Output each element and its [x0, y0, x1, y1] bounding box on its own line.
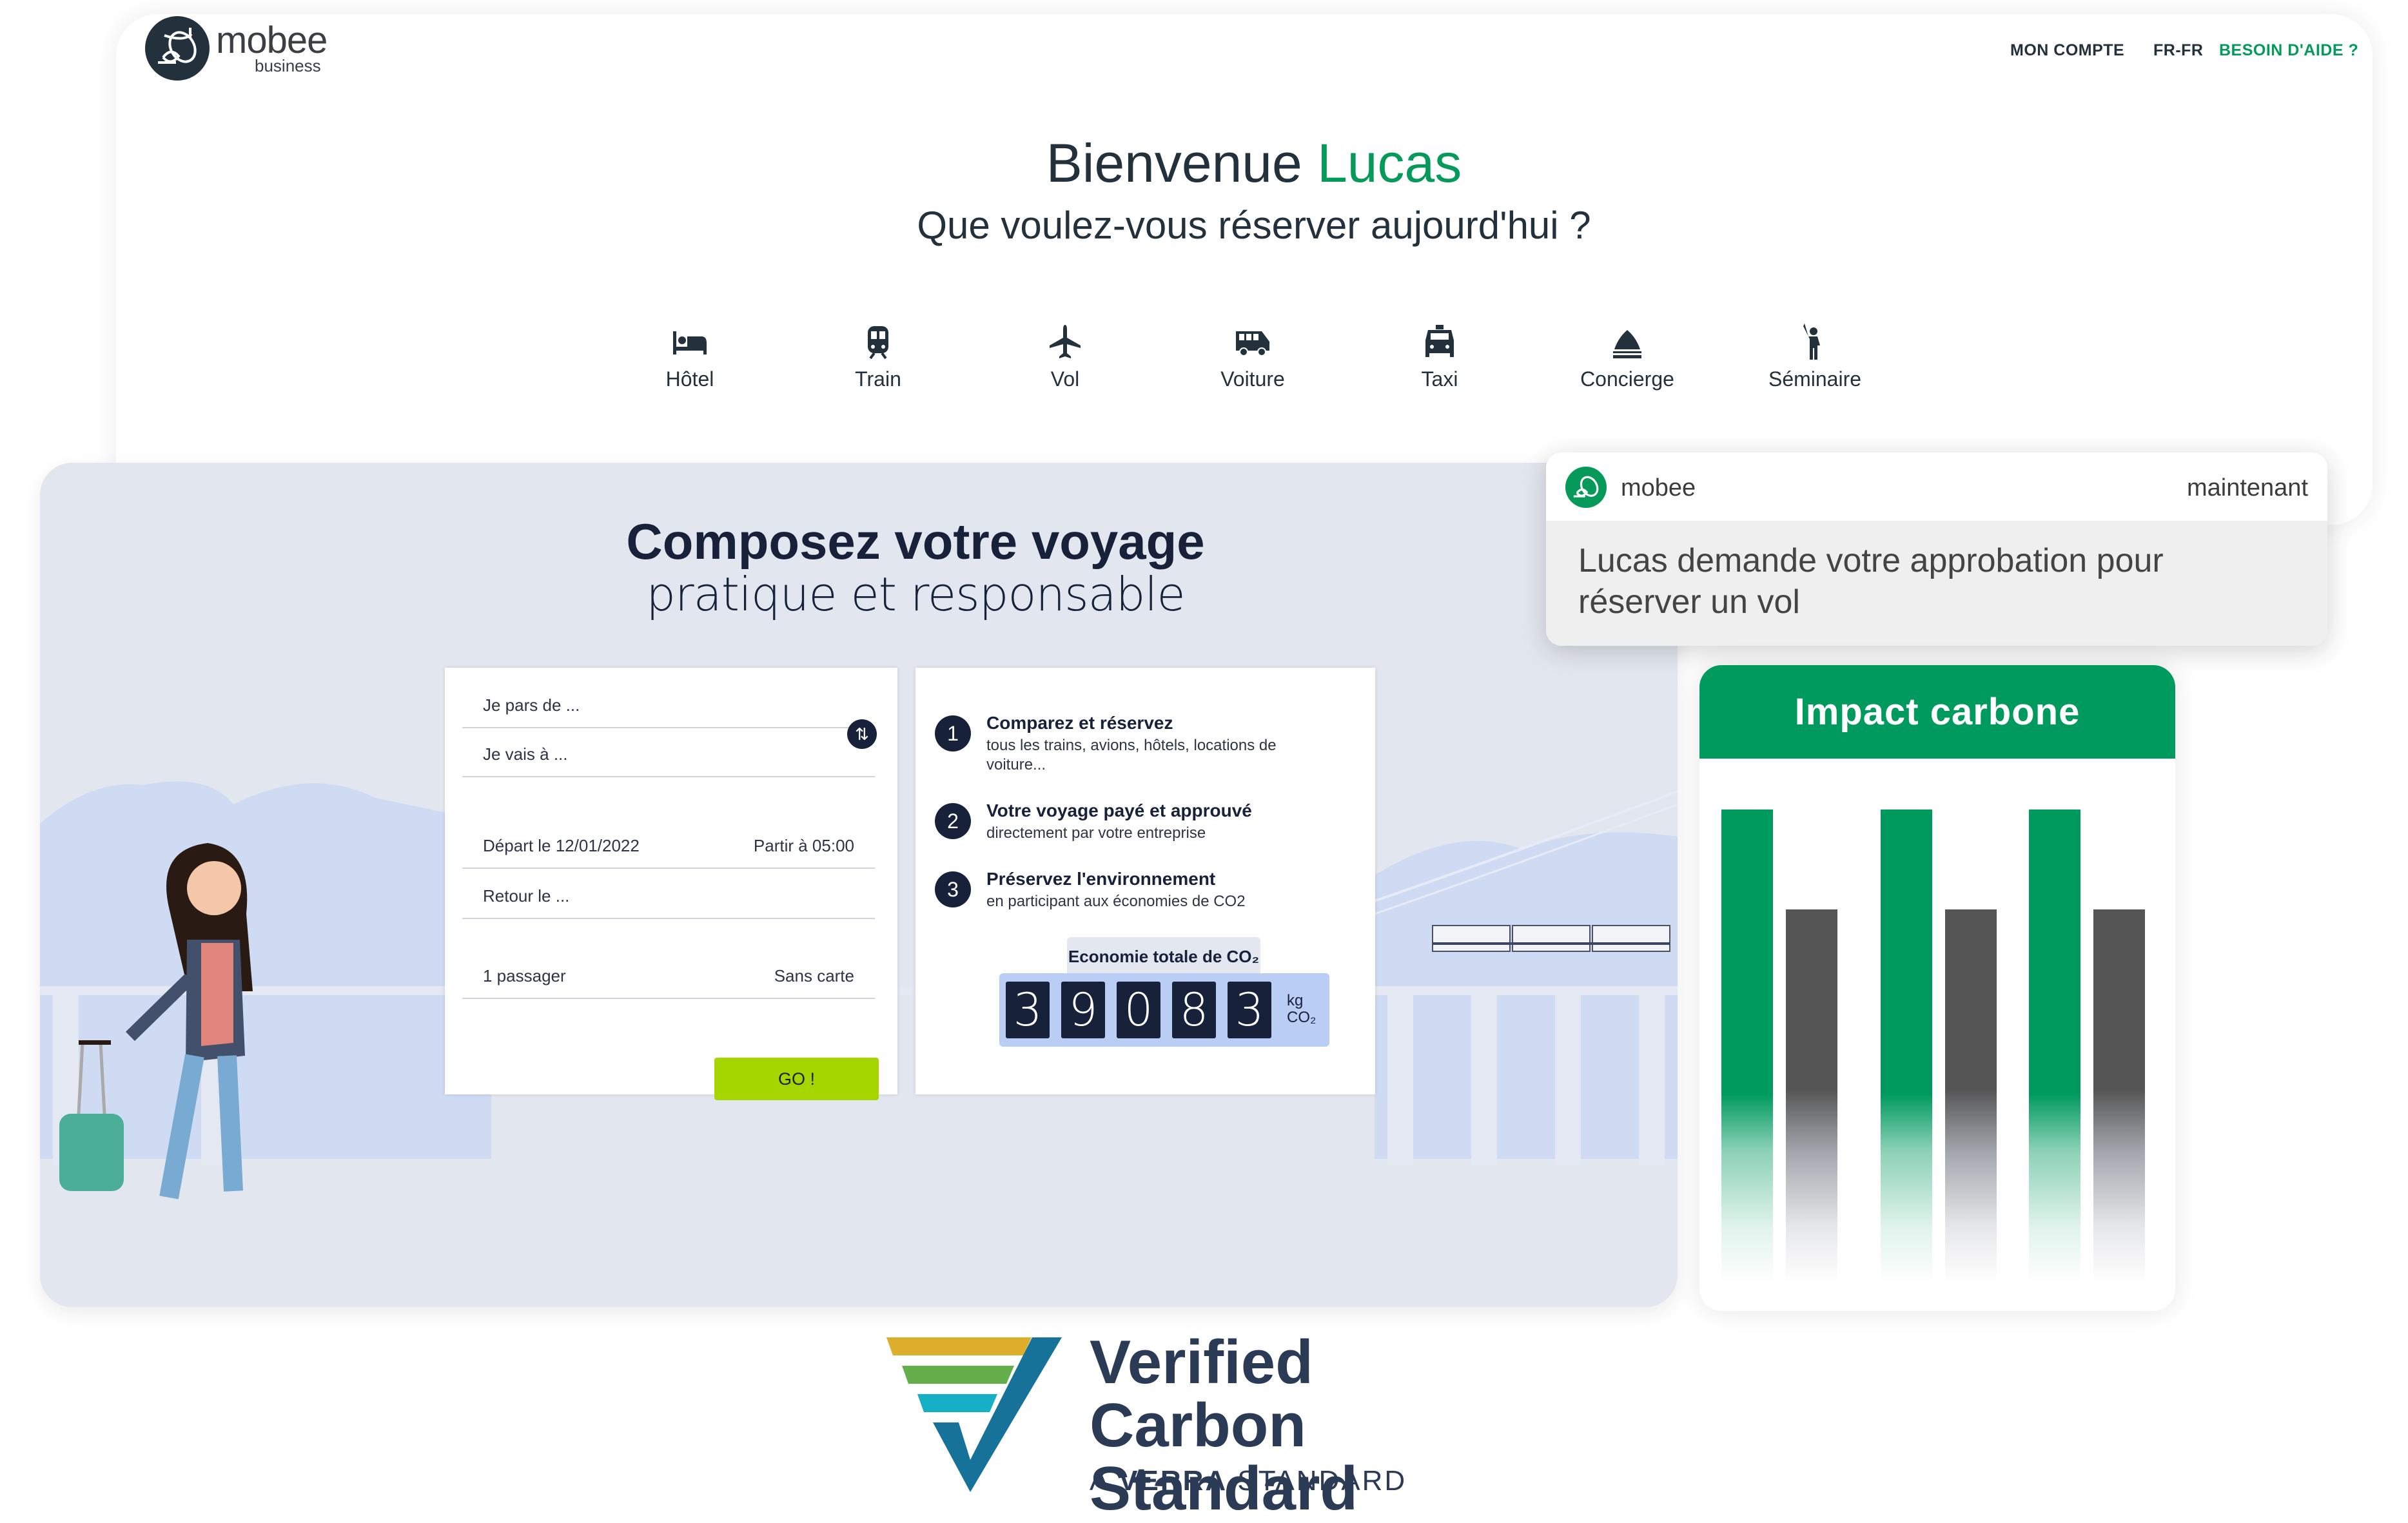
return-placeholder: Retour le ... [483, 886, 570, 906]
carbon-impact-card: Impact carbone [1699, 665, 2175, 1311]
bar-green-3 [2029, 810, 2080, 1284]
person-waving-icon [1796, 322, 1834, 361]
notification-app-name: mobee [1621, 474, 1696, 501]
welcome-user-name: Lucas [1317, 133, 1462, 193]
bar-green-1 [1721, 810, 1773, 1284]
service-bell-icon [1608, 322, 1647, 361]
logo-subtitle: business [255, 56, 321, 75]
vcs-check-icon [886, 1337, 1062, 1492]
service-taxi[interactable]: Taxi [1362, 322, 1517, 391]
bed-icon [671, 322, 709, 361]
vcs-tagline: A VERRA STANDARD [1090, 1465, 1407, 1497]
chart-title: Impact carbone [1699, 665, 2175, 759]
train-illustration [1432, 925, 1670, 952]
service-label: Voiture [1220, 367, 1285, 391]
step-number: 3 [935, 871, 971, 907]
service-label: Séminaire [1768, 367, 1862, 391]
counter-digit: 8 [1172, 982, 1216, 1038]
counter-digit: 3 [1006, 982, 1050, 1038]
service-label: Concierge [1580, 367, 1674, 391]
tag-a: A [1090, 1465, 1109, 1497]
co2-savings-label: Economie totale de CO₂ [1067, 937, 1260, 976]
verified-carbon-standard-logo: Verified Carbon Standard A VERRA STANDAR… [886, 1331, 1531, 1520]
counter-digit: 3 [1228, 982, 1271, 1038]
mobee-app-icon [1565, 467, 1607, 508]
booking-question: Que voulez-vous réserver aujourd'hui ? [917, 204, 1591, 247]
tag-brand: VERRA [1119, 1465, 1228, 1497]
departure-time[interactable]: Partir à 05:00 [754, 836, 854, 856]
welcome-heading: Bienvenue Lucas [0, 132, 2408, 195]
to-field[interactable]: Je vais à ... [462, 727, 875, 777]
notification-time: maintenant [2186, 474, 2308, 501]
train-icon [859, 322, 897, 361]
step-title: Comparez et réservez [986, 713, 1173, 733]
nav-help[interactable]: BESOIN D'AIDE ? [2219, 41, 2358, 60]
step-description: directement par votre entreprise [986, 824, 1206, 842]
step-title: Préservez l'environnement [986, 869, 1216, 889]
return-date-field[interactable]: Retour le ... [462, 868, 875, 919]
notification-message: Lucas demande votre approbation pour rés… [1578, 542, 2164, 621]
unit-co2: CO₂ [1287, 1009, 1317, 1026]
trip-search-form: Je pars de ... Je vais à ... ⇅ Départ le… [445, 668, 897, 1100]
from-field[interactable]: Je pars de ... [462, 682, 875, 728]
mobee-logo-icon [145, 16, 210, 81]
step-description: en participant aux économies de CO2 [986, 893, 1246, 910]
service-flight[interactable]: Vol [988, 322, 1142, 391]
step-number: 2 [935, 803, 971, 839]
step-number: 1 [935, 715, 971, 752]
nav-language[interactable]: FR-FR [2153, 41, 2203, 60]
notification-header: mobee maintenant [1546, 452, 2327, 521]
nav-my-account[interactable]: MON COMPTE [2010, 41, 2124, 60]
van-icon [1233, 322, 1272, 361]
service-train[interactable]: Train [801, 322, 955, 391]
bar-gray-2 [1945, 909, 1997, 1284]
co2-unit: kg CO₂ [1287, 993, 1316, 1026]
bar-green-2 [1881, 810, 1932, 1284]
how-it-works-card: 1 Comparez et réservez tous les trains, … [915, 668, 1375, 1094]
booking-home-card [116, 14, 2373, 525]
mobee-logo[interactable]: mobee business [145, 16, 351, 81]
to-placeholder: Je vais à ... [483, 744, 568, 764]
service-label: Taxi [1421, 367, 1458, 391]
service-hotel[interactable]: Hôtel [612, 322, 767, 391]
counter-digit: 9 [1061, 982, 1105, 1038]
tag-rest: STANDARD [1237, 1465, 1407, 1497]
service-label: Vol [1050, 367, 1080, 391]
service-seminar[interactable]: Séminaire [1737, 322, 1892, 391]
passengers-field[interactable]: 1 passager Sans carte [462, 918, 875, 999]
swap-arrows-icon: ⇅ [855, 724, 869, 744]
counter-digit: 0 [1117, 982, 1160, 1038]
swap-locations-button[interactable]: ⇅ [847, 719, 877, 749]
plane-icon [1046, 322, 1084, 361]
bar-gray-1 [1786, 909, 1837, 1284]
discount-card[interactable]: Sans carte [774, 966, 854, 986]
go-button[interactable]: GO ! [714, 1058, 879, 1100]
bar-gray-3 [2093, 909, 2145, 1284]
from-placeholder: Je pars de ... [483, 695, 580, 715]
departure-date-field[interactable]: Départ le 12/01/2022 Partir à 05:00 [462, 776, 875, 869]
step-description: tous les trains, avions, hôtels, locatio… [986, 737, 1277, 773]
service-car[interactable]: Voiture [1175, 322, 1330, 391]
departure-date: Départ le 12/01/2022 [483, 836, 640, 855]
service-label: Hôtel [665, 367, 714, 391]
unit-kg: kg [1287, 992, 1304, 1009]
logo-wordmark: mobee [216, 19, 328, 61]
approval-notification[interactable]: mobee maintenant Lucas demande votre app… [1546, 452, 2327, 646]
service-label: Train [855, 367, 901, 391]
taxi-icon [1420, 322, 1459, 361]
vcs-title-line1: Verified Carbon [1090, 1328, 1313, 1460]
passengers-count: 1 passager [483, 966, 566, 985]
step-title: Votre voyage payé et approuvé [986, 800, 1252, 820]
notification-body: Lucas demande votre approbation pour rés… [1546, 521, 2327, 646]
co2-savings-counter: 3 9 0 8 3 kg CO₂ [999, 973, 1329, 1047]
service-concierge[interactable]: Concierge [1550, 322, 1705, 391]
welcome-prefix: Bienvenue [1046, 133, 1302, 193]
